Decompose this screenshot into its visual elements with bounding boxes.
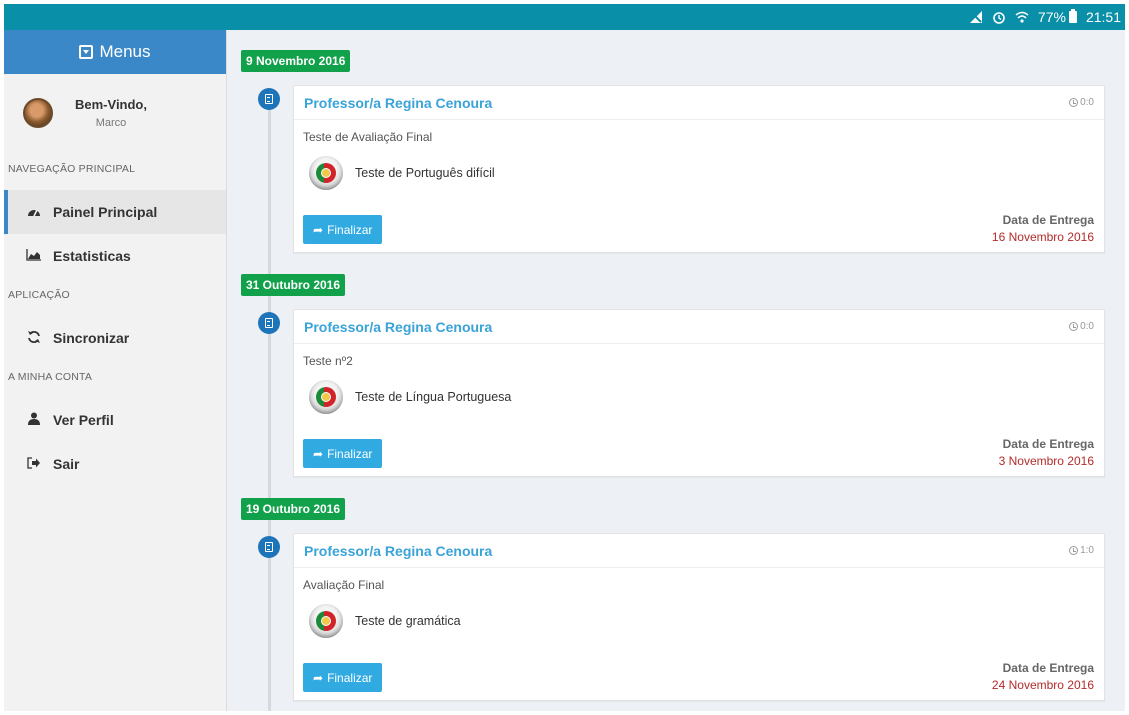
timeline-card: Professor/a Regina Cenoura 1:0 Avaliação… — [293, 533, 1105, 701]
wifi-icon — [1015, 10, 1029, 24]
caret-square-down-icon — [79, 45, 94, 59]
no-signal-icon — [969, 10, 983, 24]
duration-text: 0:0 — [1080, 97, 1094, 108]
timeline-card: Professor/a Regina Cenoura 0:0 Teste de … — [293, 85, 1105, 253]
clock-icon — [1069, 546, 1079, 555]
status-bar: 77% 21:51 — [4, 4, 1125, 30]
share-icon: ➦ — [313, 222, 324, 237]
section-title-main-nav: NAVEGAÇÃO PRINCIPAL — [8, 163, 136, 175]
finalize-button[interactable]: ➦ Finalizar — [303, 215, 383, 244]
test-name: Teste de Português difícil — [355, 166, 495, 180]
teacher-link[interactable]: Professor/a Regina Cenoura — [304, 95, 492, 111]
delivery-label: Data de Entrega — [1002, 661, 1094, 675]
portugal-flag-icon — [309, 604, 343, 638]
sidebar-item-dashboard[interactable]: Painel Principal — [4, 190, 226, 234]
menus-label: Menus — [99, 42, 151, 61]
portugal-flag-icon — [309, 156, 343, 190]
user-panel: Bem-Vindo, Marco — [4, 74, 226, 152]
teacher-link[interactable]: Professor/a Regina Cenoura — [304, 543, 492, 559]
area-chart-icon — [26, 248, 42, 264]
sidebar-item-label: Sincronizar — [53, 330, 130, 346]
test-name: Teste de gramática — [355, 614, 461, 628]
document-icon — [258, 536, 280, 558]
clock-icon — [1069, 98, 1079, 107]
app-frame: 77% 21:51 Menus Bem-Vindo, Marco NAVEGAÇ… — [4, 4, 1125, 711]
sidebar-item-logout[interactable]: Sair — [4, 442, 226, 486]
delivery-label: Data de Entrega — [1002, 437, 1094, 451]
share-icon: ➦ — [313, 670, 324, 685]
clock-time: 21:51 — [1085, 9, 1121, 25]
sidebar: Menus Bem-Vindo, Marco NAVEGAÇÃO PRINCIP… — [4, 30, 227, 711]
welcome-text: Bem-Vindo, — [75, 97, 147, 112]
sign-out-icon — [26, 456, 42, 472]
finalize-label: Finalizar — [327, 446, 373, 461]
sidebar-item-sync[interactable]: Sincronizar — [4, 316, 226, 360]
share-icon: ➦ — [313, 446, 324, 461]
test-type: Avaliação Final — [303, 578, 385, 592]
duration-text: 1:0 — [1080, 545, 1094, 556]
finalize-label: Finalizar — [327, 222, 373, 237]
finalize-button[interactable]: ➦ Finalizar — [303, 439, 383, 468]
duration: 0:0 — [1069, 321, 1094, 332]
avatar — [23, 98, 53, 128]
user-icon — [26, 412, 42, 428]
duration: 0:0 — [1069, 97, 1094, 108]
dashboard-icon — [26, 205, 42, 220]
section-title-my-account: A MINHA CONTA — [8, 371, 93, 383]
sidebar-item-label: Sair — [53, 456, 80, 472]
finalize-button[interactable]: ➦ Finalizar — [303, 663, 383, 692]
user-name: Marco — [95, 117, 127, 129]
teacher-link[interactable]: Professor/a Regina Cenoura — [304, 319, 492, 335]
sidebar-item-profile[interactable]: Ver Perfil — [4, 398, 226, 442]
refresh-icon — [26, 330, 42, 347]
timeline-date-label: 31 Outubro 2016 — [241, 274, 346, 296]
battery-percent: 77% — [1037, 9, 1066, 25]
timeline-date-label: 9 Novembro 2016 — [241, 50, 351, 72]
section-title-application: APLICAÇÃO — [8, 289, 70, 301]
test-type: Teste de Avaliação Final — [303, 130, 433, 144]
clock-icon — [1069, 322, 1079, 331]
finalize-label: Finalizar — [327, 670, 373, 685]
timeline-line — [268, 94, 271, 711]
timeline-card: Professor/a Regina Cenoura 0:0 Teste nº2… — [293, 309, 1105, 477]
sidebar-item-label: Painel Principal — [53, 204, 158, 220]
sidebar-item-label: Estatisticas — [53, 248, 131, 264]
delivery-label: Data de Entrega — [1002, 213, 1094, 227]
portugal-flag-icon — [309, 380, 343, 414]
delivery-date: 3 Novembro 2016 — [998, 454, 1094, 468]
battery-icon — [1068, 9, 1077, 23]
delivery-date: 16 Novembro 2016 — [991, 230, 1094, 244]
test-type: Teste nº2 — [303, 354, 353, 368]
sidebar-item-statistics[interactable]: Estatisticas — [4, 234, 226, 278]
document-icon — [258, 312, 280, 334]
duration-text: 0:0 — [1080, 321, 1094, 332]
delivery-date: 24 Novembro 2016 — [991, 678, 1094, 692]
timeline-date-label: 19 Outubro 2016 — [241, 498, 346, 520]
duration: 1:0 — [1069, 545, 1094, 556]
sidebar-item-label: Ver Perfil — [53, 412, 114, 428]
timeline-panel: 9 Novembro 2016 Professor/a Regina Cenou… — [227, 30, 1125, 711]
menus-toggle[interactable]: Menus — [4, 30, 226, 74]
document-icon — [258, 88, 280, 110]
test-name: Teste de Língua Portuguesa — [355, 390, 512, 404]
alarm-icon — [992, 10, 1006, 24]
